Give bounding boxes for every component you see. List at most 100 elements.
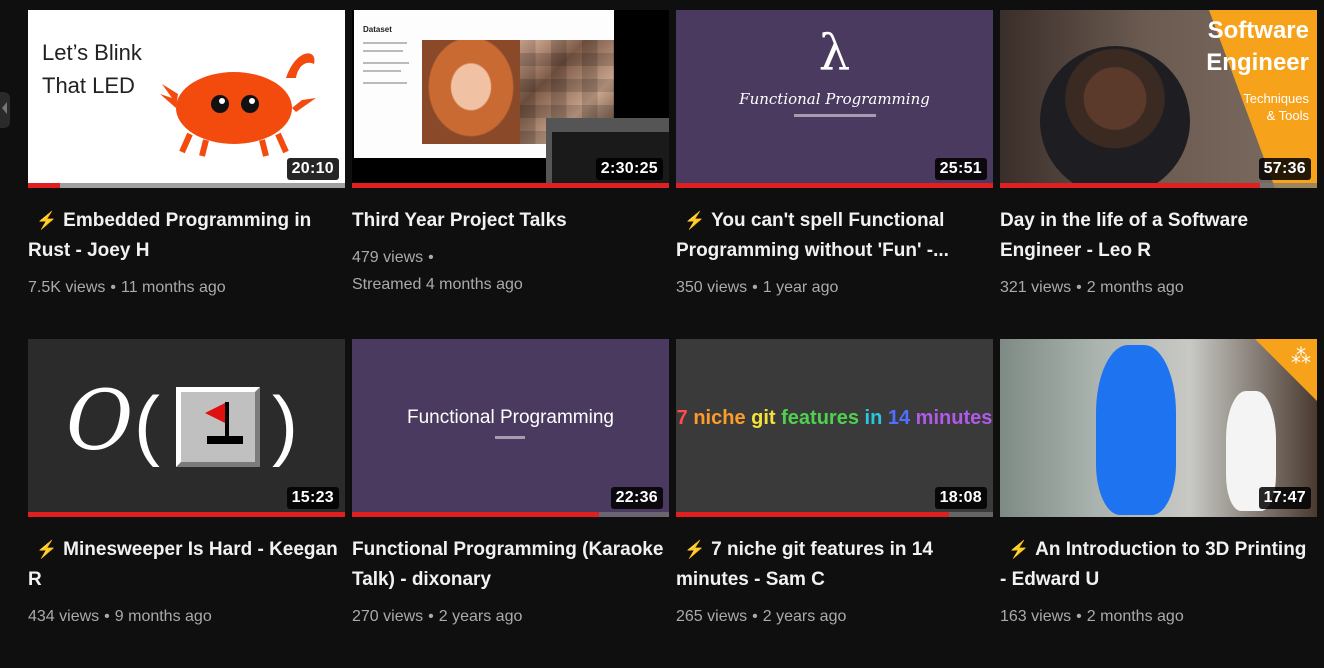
network-icon: ⁂: [1291, 346, 1311, 368]
chevron-left-icon: [2, 102, 7, 114]
watch-progress-bar: [28, 183, 345, 188]
lightning-bolt-icon: ⚡: [36, 540, 58, 559]
slide-line: [363, 70, 401, 72]
video-thumbnail[interactable]: Software Engineer Techniques & Tools 57:36: [1000, 10, 1317, 188]
duration-badge: 15:23: [286, 487, 339, 509]
video-card[interactable]: Let’s Blink That LED 20:10 ⚡ Embedded Pro…: [28, 10, 345, 339]
video-title[interactable]: Third Year Project Talks: [352, 206, 669, 236]
banner-line: & Tools: [1266, 108, 1309, 123]
video-card[interactable]: ⁂ 17:47 ⚡ An Introduction to 3D Printing …: [1000, 339, 1317, 668]
thumbnail-title: 7 niche git features in 14 minutes: [676, 407, 993, 430]
watch-progress-bar: [28, 512, 345, 517]
view-count: 479 views: [352, 249, 424, 266]
title-word: features: [781, 407, 859, 429]
view-count: 7.5K views: [28, 279, 106, 296]
thumbnail-text: Let’s Blink That LED: [42, 36, 142, 102]
slide-line: [363, 82, 407, 84]
video-meta: ⚡ An Introduction to 3D Printing - Edward…: [1000, 517, 1317, 630]
slide-line: [363, 42, 407, 44]
view-count: 270 views: [352, 608, 424, 625]
thumbnail-title: Functional Programming: [739, 90, 930, 108]
video-title-text: An Introduction to 3D Printing - Edward …: [1000, 539, 1307, 590]
scroll-left-tab[interactable]: [0, 92, 10, 128]
video-title[interactable]: Day in the life of a Software Engineer -…: [1000, 206, 1317, 266]
banner-title: Software Engineer: [1206, 15, 1309, 79]
video-title[interactable]: ⚡ You can't spell Functional Programming …: [676, 206, 993, 266]
meta-separator: •: [104, 608, 110, 625]
video-thumbnail[interactable]: λ Functional Programming 25:51: [676, 10, 993, 188]
video-meta: ⚡ Embedded Programming in Rust - Joey H 7…: [28, 188, 345, 301]
video-info: 265 views • 2 years ago: [676, 603, 993, 630]
video-thumbnail[interactable]: O ( ) 15:23: [28, 339, 345, 517]
paren-left: (: [134, 380, 160, 468]
watch-progress-bar: [352, 183, 669, 188]
duration-badge: 2:30:25: [595, 158, 663, 180]
view-count: 321 views: [1000, 279, 1072, 296]
presenter-photo: [1040, 46, 1190, 188]
watch-progress-fill: [676, 512, 949, 517]
meta-separator: •: [428, 249, 434, 266]
video-info: 321 views • 2 months ago: [1000, 274, 1317, 301]
title-word: 14: [887, 407, 911, 429]
video-meta: Third Year Project Talks 479 views • Strea…: [352, 188, 669, 298]
video-card[interactable]: Functional Programming 22:36 Functional …: [352, 339, 669, 668]
title-word: git: [751, 407, 776, 429]
video-thumbnail[interactable]: ⁂ 17:47: [1000, 339, 1317, 517]
video-thumbnail[interactable]: Functional Programming 22:36: [352, 339, 669, 517]
watch-progress-fill: [28, 183, 60, 188]
title-word: 7: [676, 407, 688, 429]
ferris-crab-icon: [160, 53, 316, 157]
video-meta: ⚡ 7 niche git features in 14 minutes - Sa…: [676, 517, 993, 630]
watch-progress-fill: [676, 183, 993, 188]
flag-icon: [205, 402, 227, 424]
duration-badge: 22:36: [610, 487, 663, 509]
video-title[interactable]: Functional Programming (Karaoke Talk) - …: [352, 535, 669, 595]
meta-separator: •: [110, 279, 116, 296]
meta-separator: •: [428, 608, 434, 625]
video-card[interactable]: λ Functional Programming 25:51 ⚡ You can'…: [676, 10, 993, 339]
thumbnail-line: Let’s Blink: [42, 40, 142, 65]
upload-age: 9 months ago: [114, 608, 212, 625]
video-card[interactable]: Dataset 2:30:25 Third Year Project Talks…: [352, 10, 669, 339]
video-info: 434 views • 9 months ago: [28, 603, 345, 630]
video-card[interactable]: Software Engineer Techniques & Tools 57:36…: [1000, 10, 1317, 339]
video-title[interactable]: ⚡ 7 niche git features in 14 minutes - Sa…: [676, 535, 993, 595]
video-title[interactable]: ⚡ An Introduction to 3D Printing - Edward…: [1000, 535, 1317, 595]
video-title-text: Third Year Project Talks: [352, 210, 567, 231]
watch-progress-bar: [676, 183, 993, 188]
video-meta: ⚡ Minesweeper Is Hard - Keegan R 434 view…: [28, 517, 345, 630]
meta-separator: •: [752, 279, 758, 296]
duration-badge: 17:47: [1258, 487, 1311, 509]
meta-separator: •: [1076, 279, 1082, 296]
lightning-bolt-icon: ⚡: [684, 540, 706, 559]
banner-line: Engineer: [1206, 49, 1309, 76]
video-thumbnail[interactable]: Let’s Blink That LED 20:10: [28, 10, 345, 188]
video-title-text: You can't spell Functional Programming w…: [676, 210, 949, 261]
upload-age: 2 years ago: [438, 608, 523, 625]
video-thumbnail[interactable]: Dataset 2:30:25: [352, 10, 669, 188]
view-count: 163 views: [1000, 608, 1072, 625]
view-count: 350 views: [676, 279, 748, 296]
video-title[interactable]: ⚡ Embedded Programming in Rust - Joey H: [28, 206, 345, 266]
video-card[interactable]: O ( ) 15:23 ⚡ Minesweeper Is Hard - Keega…: [28, 339, 345, 668]
video-title[interactable]: ⚡ Minesweeper Is Hard - Keegan R: [28, 535, 345, 595]
lightning-bolt-icon: ⚡: [684, 211, 706, 230]
meta-separator: •: [1076, 608, 1082, 625]
banner-line: Techniques: [1243, 91, 1309, 106]
slide-heading: Dataset: [363, 25, 392, 34]
watch-progress-fill: [352, 183, 669, 188]
watch-progress-fill: [1000, 183, 1260, 188]
meta-separator: •: [752, 608, 758, 625]
duration-badge: 18:08: [934, 487, 987, 509]
video-info: 350 views • 1 year ago: [676, 274, 993, 301]
video-card[interactable]: 7 niche git features in 14 minutes 18:08…: [676, 339, 993, 668]
video-info: 270 views • 2 years ago: [352, 603, 669, 630]
slide-line: [363, 62, 409, 64]
lightning-bolt-icon: ⚡: [36, 211, 58, 230]
upload-age: Streamed 4 months ago: [352, 276, 523, 293]
video-thumbnail[interactable]: 7 niche git features in 14 minutes 18:08: [676, 339, 993, 517]
minesweeper-flag-tile: [176, 387, 260, 467]
video-meta: ⚡ You can't spell Functional Programming …: [676, 188, 993, 301]
watch-progress-bar: [676, 512, 993, 517]
video-info: 163 views • 2 months ago: [1000, 603, 1317, 630]
